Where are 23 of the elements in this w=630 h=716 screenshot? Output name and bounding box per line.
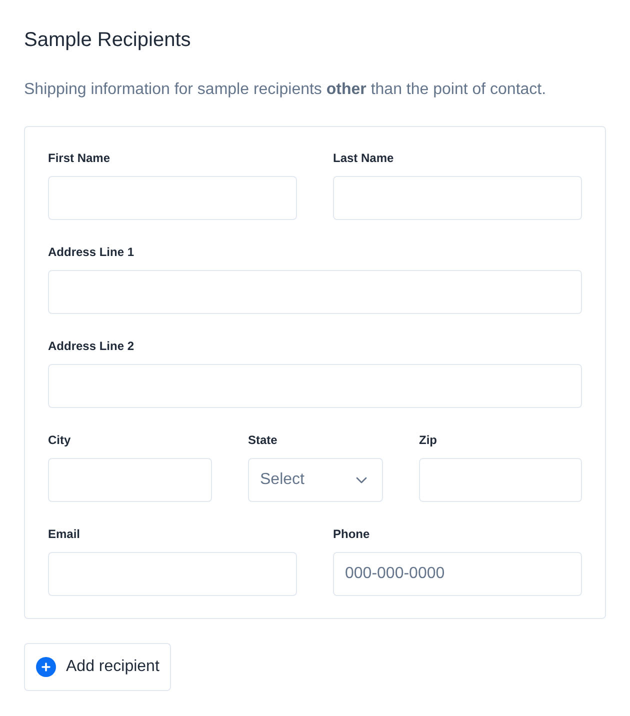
field-label: City [48, 432, 71, 448]
input-field[interactable]: 000-000-0000 [333, 552, 582, 596]
field-label: Address Line 1 [48, 244, 134, 260]
chevron-down-icon [356, 476, 367, 484]
plus-circle-icon [36, 657, 56, 677]
input-field[interactable] [419, 458, 582, 502]
field-label: First Name [48, 150, 110, 166]
section-description: Shipping information for sample recipients other than the point of contact. [24, 80, 548, 100]
add-recipient-button[interactable]: Add recipient [24, 643, 172, 691]
input-field[interactable] [48, 364, 582, 408]
field-label: State [248, 432, 278, 448]
input-field[interactable] [48, 270, 582, 314]
field-label: Email [48, 526, 80, 542]
select-field[interactable]: Select [248, 458, 383, 502]
field-label: Address Line 2 [48, 338, 134, 354]
field-label: Phone [333, 526, 370, 542]
field-label: Last Name [333, 150, 394, 166]
field-label: Zip [419, 432, 437, 448]
input-field[interactable] [333, 176, 582, 220]
input-field[interactable] [48, 458, 212, 502]
input-field[interactable] [48, 552, 297, 596]
section-title: Sample Recipients [24, 28, 192, 53]
input-field[interactable] [48, 176, 297, 220]
